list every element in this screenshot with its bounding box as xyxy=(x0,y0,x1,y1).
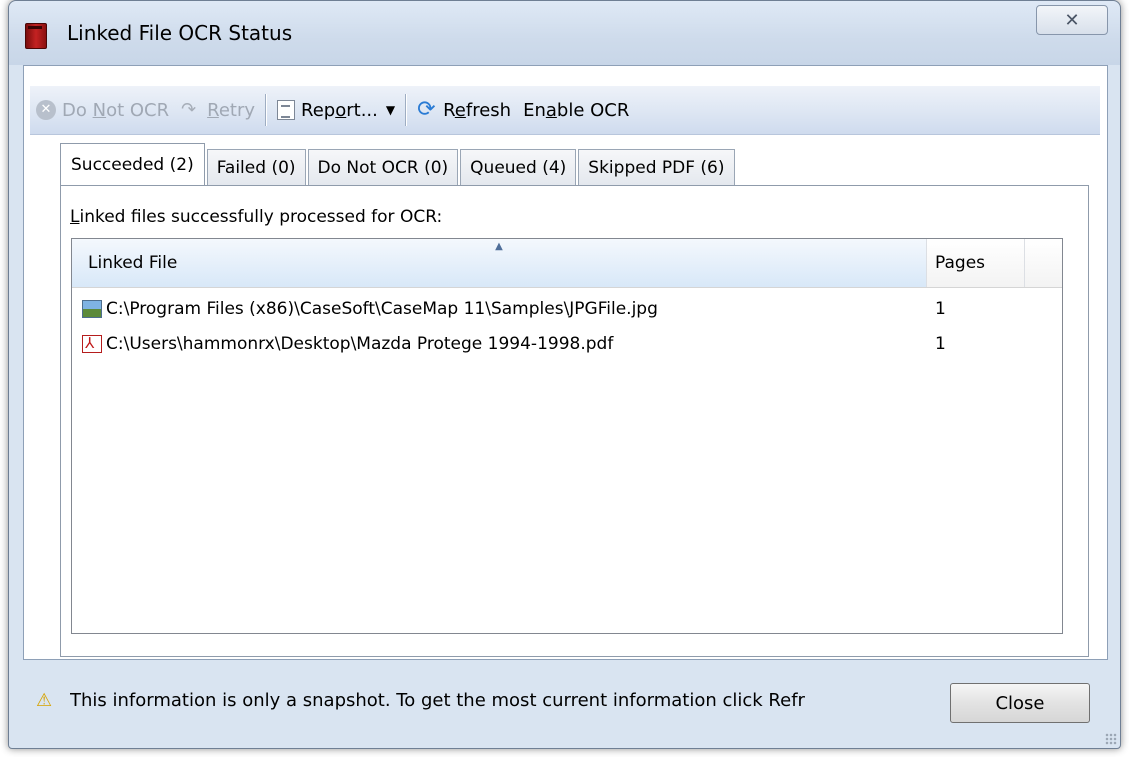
retry-icon: ↷ xyxy=(181,99,197,120)
pages-cell: 1 xyxy=(935,298,946,319)
list-item[interactable]: C:\Program Files (x86)\CaseSoft\CaseMap … xyxy=(72,291,1062,326)
close-icon: ✕ xyxy=(1064,9,1080,31)
report-button[interactable]: Report... ▼ xyxy=(271,86,401,134)
pages-cell: 1 xyxy=(935,333,946,354)
list-caption: Linked files successfully processed for … xyxy=(70,207,443,227)
enable-ocr-button[interactable]: Enable OCR xyxy=(517,86,635,134)
snapshot-notice: This information is only a snapshot. To … xyxy=(70,690,805,711)
close-button[interactable]: Close xyxy=(950,683,1090,723)
toolbar: ✕ Do Not OCR ↷ Retry Report... ▼ ⟳ Refre… xyxy=(30,86,1100,135)
file-cell: C:\Users\hammonrx\Desktop\Mazda Protege … xyxy=(72,334,927,354)
list-item[interactable]: C:\Users\hammonrx\Desktop\Mazda Protege … xyxy=(72,326,1062,361)
do-not-ocr-button[interactable]: ✕ Do Not OCR xyxy=(30,86,175,134)
tab-strip: Succeeded (2) Failed (0) Do Not OCR (0) … xyxy=(60,142,737,186)
refresh-label: Refresh xyxy=(443,99,512,121)
enable-ocr-label: Enable OCR xyxy=(523,99,630,121)
refresh-button[interactable]: ⟳ Refresh xyxy=(411,86,517,134)
image-file-icon xyxy=(82,299,102,318)
stop-icon: ✕ xyxy=(36,100,56,120)
resize-grip-icon[interactable] xyxy=(1105,733,1117,745)
column-header-filler xyxy=(1025,239,1062,287)
tab-succeeded[interactable]: Succeeded (2) xyxy=(60,143,205,186)
report-icon xyxy=(277,100,296,120)
app-icon xyxy=(25,23,47,49)
chevron-down-icon[interactable]: ▼ xyxy=(386,103,395,117)
pdf-file-icon xyxy=(82,334,102,353)
retry-button[interactable]: ↷ Retry xyxy=(175,86,261,134)
title-bar[interactable]: Linked File OCR Status ✕ xyxy=(9,1,1120,65)
file-cell: C:\Program Files (x86)\CaseSoft\CaseMap … xyxy=(72,299,927,319)
file-path: C:\Users\hammonrx\Desktop\Mazda Protege … xyxy=(106,333,614,354)
window-title: Linked File OCR Status xyxy=(67,21,293,45)
toolbar-separator xyxy=(265,94,268,126)
column-label: Linked File xyxy=(88,253,178,273)
retry-label: Retry xyxy=(207,99,256,121)
window-close-button[interactable]: ✕ xyxy=(1036,5,1108,35)
column-label: Pages xyxy=(935,253,986,273)
toolbar-separator xyxy=(405,94,408,126)
report-label: Report... xyxy=(301,99,378,121)
column-header-pages[interactable]: Pages xyxy=(927,239,1025,287)
column-header-linked-file[interactable]: ▲ Linked File xyxy=(72,239,927,287)
warning-icon: ⚠ xyxy=(36,690,53,711)
tab-queued[interactable]: Queued (4) xyxy=(460,149,577,185)
list-header: ▲ Linked File Pages xyxy=(72,239,1062,288)
linked-files-list[interactable]: ▲ Linked File Pages C:\Program Files (x8… xyxy=(71,238,1063,634)
refresh-icon: ⟳ xyxy=(417,97,436,122)
file-path: C:\Program Files (x86)\CaseSoft\CaseMap … xyxy=(106,298,658,319)
tab-failed[interactable]: Failed (0) xyxy=(206,149,306,185)
list-rows: C:\Program Files (x86)\CaseSoft\CaseMap … xyxy=(72,291,1062,361)
tab-do-not-ocr[interactable]: Do Not OCR (0) xyxy=(307,149,459,185)
tab-skipped-pdf[interactable]: Skipped PDF (6) xyxy=(578,149,735,185)
do-not-ocr-label: Do Not OCR xyxy=(62,99,170,121)
sort-ascending-icon: ▲ xyxy=(495,241,503,252)
